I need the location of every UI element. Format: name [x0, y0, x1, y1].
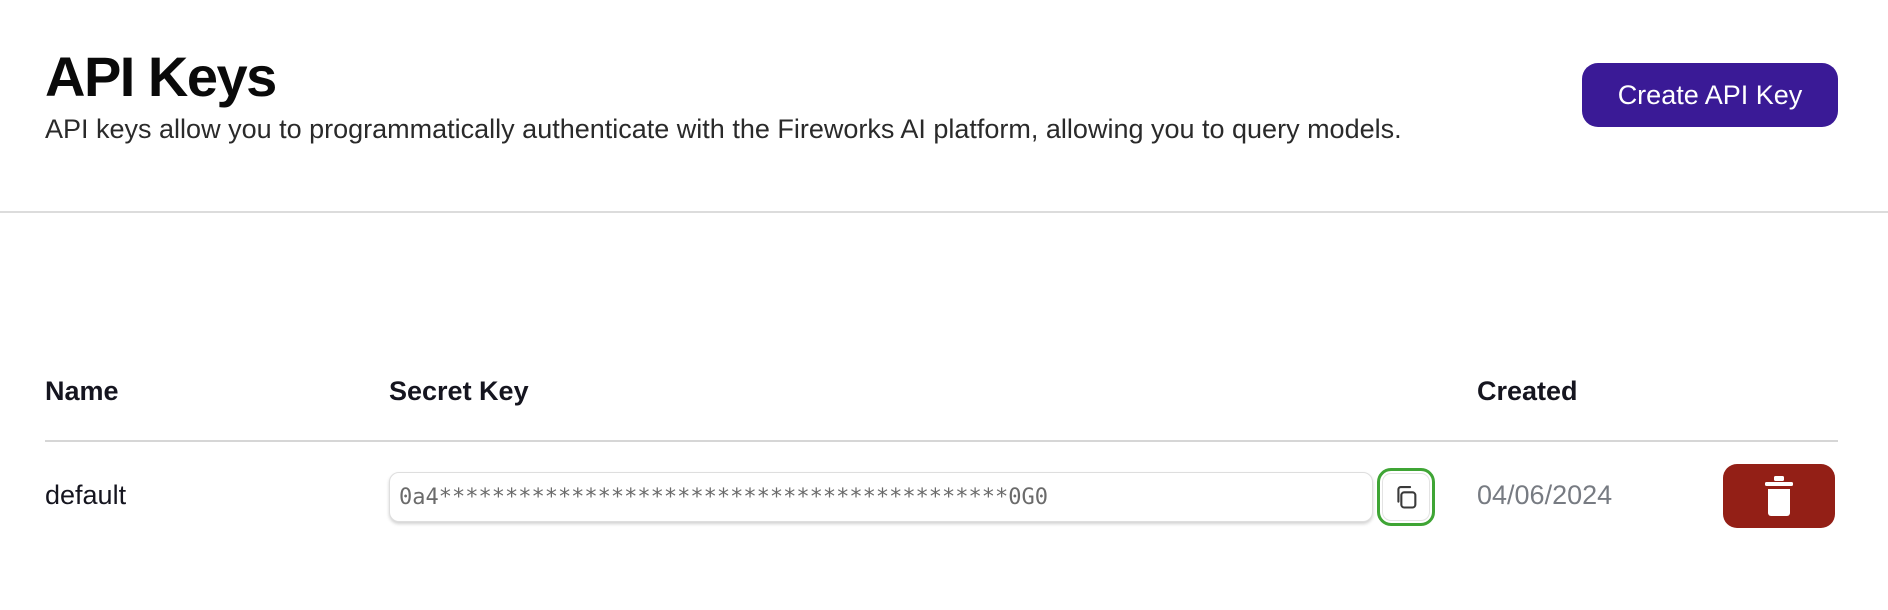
- table-header: Name Secret Key Created: [45, 360, 1838, 442]
- page-title: API Keys: [45, 45, 277, 108]
- key-name: default: [45, 480, 127, 510]
- page-header: API Keys API keys allow you to programma…: [0, 0, 1888, 213]
- column-header-secret-key: Secret Key: [389, 376, 529, 406]
- secret-key-field[interactable]: [389, 472, 1373, 522]
- table-row: default 04/06/2024: [45, 442, 1838, 552]
- column-header-name: Name: [45, 376, 119, 406]
- delete-key-button[interactable]: [1723, 464, 1835, 528]
- trash-icon: [1765, 476, 1793, 516]
- api-keys-table: Name Secret Key Created default 04/06/20…: [45, 360, 1838, 552]
- copy-icon: [1397, 486, 1417, 509]
- created-date: 04/06/2024: [1477, 480, 1613, 510]
- page-description: API keys allow you to programmatically a…: [45, 114, 1402, 144]
- create-api-key-button[interactable]: Create API Key: [1582, 63, 1838, 127]
- column-header-created: Created: [1477, 376, 1578, 406]
- copy-key-button[interactable]: [1377, 468, 1435, 526]
